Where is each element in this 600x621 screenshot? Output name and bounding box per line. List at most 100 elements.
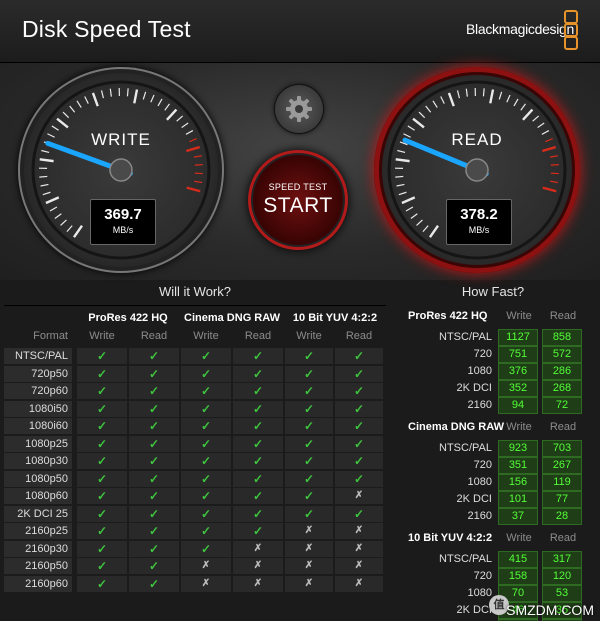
format-label: 1080p50	[4, 470, 72, 487]
result-cell: ✓	[77, 400, 127, 417]
result-cell: ✓	[233, 348, 283, 364]
watermark-text: SMZDM.COM	[506, 602, 594, 618]
speed-row-label: 720	[473, 570, 492, 582]
read-fps-value: 28	[542, 508, 582, 525]
read-dial-tick	[401, 196, 416, 205]
speed-group-header: ProRes 422 HQ	[408, 310, 488, 322]
speed-row-label: 1080	[467, 476, 492, 488]
table-row: 1080i50 ✓ ✓ ✓ ✓ ✓ ✓	[4, 400, 386, 418]
result-cell: ✓	[129, 348, 179, 364]
result-cell: ✓	[77, 505, 127, 522]
write-dial-tick	[91, 92, 99, 107]
format-label: 1080i60	[4, 418, 72, 434]
result-cell: ✓	[129, 365, 179, 382]
checkmark-icon: ✓	[252, 349, 264, 363]
result-cell: ✓	[77, 435, 127, 452]
checkmark-icon: ✓	[353, 349, 365, 363]
checkmark-icon: ✓	[252, 384, 264, 398]
checkmark-icon: ✓	[353, 471, 365, 486]
checkmark-icon: ✓	[353, 436, 365, 451]
write-dial-tick	[126, 88, 129, 97]
speed-row: 720 751 572	[390, 346, 595, 363]
format-label: 2160p50	[4, 558, 72, 574]
write-dial-tick	[109, 88, 112, 97]
table-row: 1080p25 ✓ ✓ ✓ ✓ ✓ ✓	[4, 435, 386, 453]
start-button[interactable]: SPEED TEST START	[248, 150, 348, 250]
speed-row: 1080 156 119	[390, 474, 595, 491]
result-cell: ✓	[129, 575, 179, 592]
cross-icon: ✗	[354, 490, 364, 501]
read-dial-tick	[506, 94, 511, 103]
result-cell: ✓	[285, 435, 333, 452]
speed-row-label: 1080	[467, 587, 492, 599]
checkmark-icon: ✓	[252, 506, 264, 521]
table-row: 2160p50 ✓ ✓ ✗ ✗ ✗ ✗	[4, 558, 386, 575]
will-it-work-heading: Will it Work?	[159, 284, 231, 299]
result-cell: ✗	[181, 575, 231, 592]
speed-row: 2160 37 28	[390, 508, 595, 525]
speed-row-label: 720	[473, 459, 492, 471]
speed-row-label: NTSC/PAL	[439, 442, 492, 454]
checkmark-icon: ✓	[353, 366, 365, 381]
result-cell: ✓	[181, 470, 231, 487]
result-cell: ✓	[129, 505, 179, 522]
read-dial-tick	[465, 88, 468, 97]
column-header: Format	[33, 330, 68, 342]
write-fps-value: 94	[498, 397, 538, 414]
write-needle-hub	[109, 158, 133, 182]
checkmark-icon: ✓	[148, 559, 160, 573]
result-cell: ✓	[129, 418, 179, 434]
checkmark-icon: ✓	[96, 436, 108, 451]
checkmark-icon: ✓	[303, 349, 315, 363]
checkmark-icon: ✓	[96, 576, 108, 591]
column-header: Read	[345, 330, 373, 342]
speed-row-label: 2160	[467, 399, 492, 411]
read-dial-tick	[537, 122, 545, 129]
checkmark-icon: ✓	[200, 471, 212, 486]
checkmark-icon: ✓	[148, 349, 160, 363]
write-dial-tick	[39, 175, 48, 178]
checkmark-icon: ✓	[252, 471, 264, 486]
checkmark-icon: ✓	[353, 401, 365, 416]
will-it-work-table: ProRes 422 HQ Cinema DNG RAW 10 Bit YUV 4:…	[4, 305, 386, 592]
checkmark-icon: ✓	[353, 506, 365, 521]
format-label: 720p60	[4, 383, 72, 399]
read-gauge-label: READ	[451, 130, 503, 149]
result-cell: ✗	[233, 540, 283, 557]
write-dial-tick	[84, 96, 89, 104]
result-cell: ✗	[335, 540, 383, 557]
read-needle-hub	[465, 158, 489, 182]
table-row: 2K DCI 25 ✓ ✓ ✓ ✓ ✓ ✓	[4, 505, 386, 523]
result-cell: ✓	[181, 383, 231, 399]
checkmark-icon: ✓	[353, 419, 365, 433]
result-cell: ✓	[233, 505, 283, 522]
read-fps-value: 572	[542, 346, 582, 363]
read-dial-tick	[542, 186, 557, 193]
table-row: 1080p30 ✓ ✓ ✓ ✓ ✓ ✓	[4, 453, 386, 470]
checkmark-icon: ✓	[303, 366, 315, 381]
result-cell: ✓	[285, 400, 333, 417]
write-dial-tick	[194, 164, 203, 166]
checkmark-icon: ✓	[252, 489, 264, 503]
read-dial-tick	[397, 149, 406, 153]
result-cell: ✓	[285, 470, 333, 487]
settings-button[interactable]	[275, 85, 323, 133]
speed-row-label: 2K DCI	[456, 382, 492, 394]
write-dial-tick	[41, 149, 50, 153]
cross-icon: ✗	[253, 560, 263, 571]
table-row: 2160p25 ✓ ✓ ✓ ✓ ✗ ✗	[4, 523, 386, 540]
format-label: NTSC/PAL	[4, 348, 72, 364]
gauge-panel: WRITE 369.7 MB/s SPEED TEST START READ 3…	[0, 63, 600, 280]
result-cell: ✓	[285, 418, 333, 434]
result-cell: ✓	[233, 400, 283, 417]
checkmark-icon: ✓	[200, 524, 212, 538]
how-fast-heading: How Fast?	[461, 284, 525, 299]
speed-group-header: 10 Bit YUV 4:2:2	[408, 532, 493, 544]
result-cell: ✓	[335, 470, 383, 487]
checkmark-icon: ✓	[200, 349, 212, 363]
checkmark-icon: ✓	[96, 506, 108, 521]
write-readout: 369.7 MB/s	[90, 199, 156, 245]
result-cell: ✓	[77, 470, 127, 487]
result-cell: ✗	[335, 523, 383, 539]
checkmark-icon: ✓	[200, 454, 212, 468]
